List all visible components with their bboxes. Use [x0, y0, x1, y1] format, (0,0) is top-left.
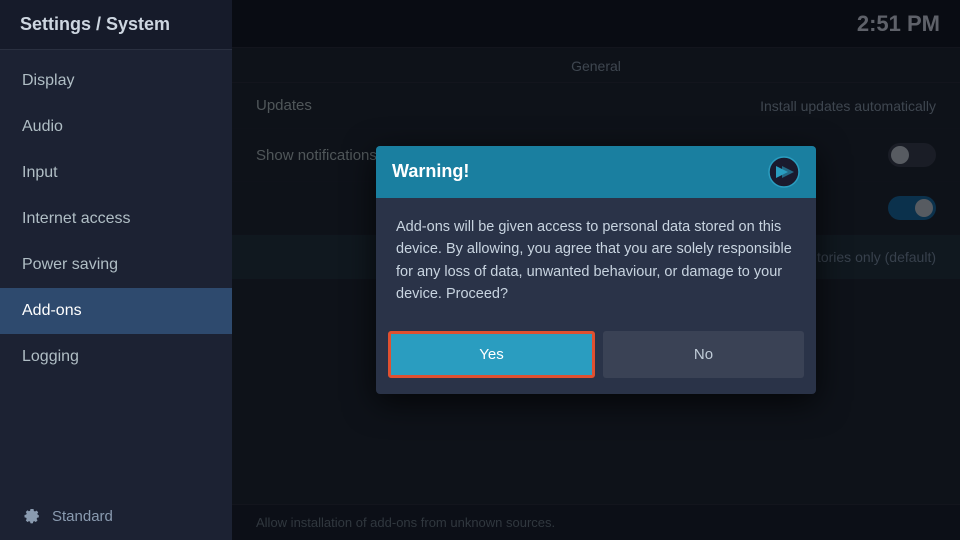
warning-dialog: Warning! Add-ons will be given access to…	[376, 146, 816, 395]
gear-icon	[22, 506, 42, 526]
sidebar-item-power-saving[interactable]: Power saving	[0, 242, 232, 288]
sidebar-item-add-ons[interactable]: Add-ons	[0, 288, 232, 334]
sidebar-nav: Display Audio Input Internet access Powe…	[0, 50, 232, 492]
sidebar-item-display[interactable]: Display	[0, 58, 232, 104]
sidebar-footer: Standard	[0, 492, 232, 540]
dialog-title: Warning!	[392, 161, 469, 182]
yes-button[interactable]: Yes	[388, 331, 595, 378]
no-button[interactable]: No	[603, 331, 804, 378]
sidebar-item-input[interactable]: Input	[0, 150, 232, 196]
sidebar-item-logging[interactable]: Logging	[0, 334, 232, 380]
main-content: 2:51 PM General Updates Install updates …	[232, 0, 960, 540]
dialog-overlay: Warning! Add-ons will be given access to…	[232, 0, 960, 540]
standard-label: Standard	[52, 508, 113, 525]
dialog-body: Add-ons will be given access to personal…	[376, 198, 816, 328]
sidebar: Settings / System Display Audio Input In…	[0, 0, 232, 540]
kodi-logo-icon	[768, 156, 800, 188]
sidebar-item-audio[interactable]: Audio	[0, 104, 232, 150]
dialog-buttons: Yes No	[376, 327, 816, 394]
sidebar-item-internet-access[interactable]: Internet access	[0, 196, 232, 242]
sidebar-title: Settings / System	[0, 0, 232, 50]
dialog-header: Warning!	[376, 146, 816, 198]
